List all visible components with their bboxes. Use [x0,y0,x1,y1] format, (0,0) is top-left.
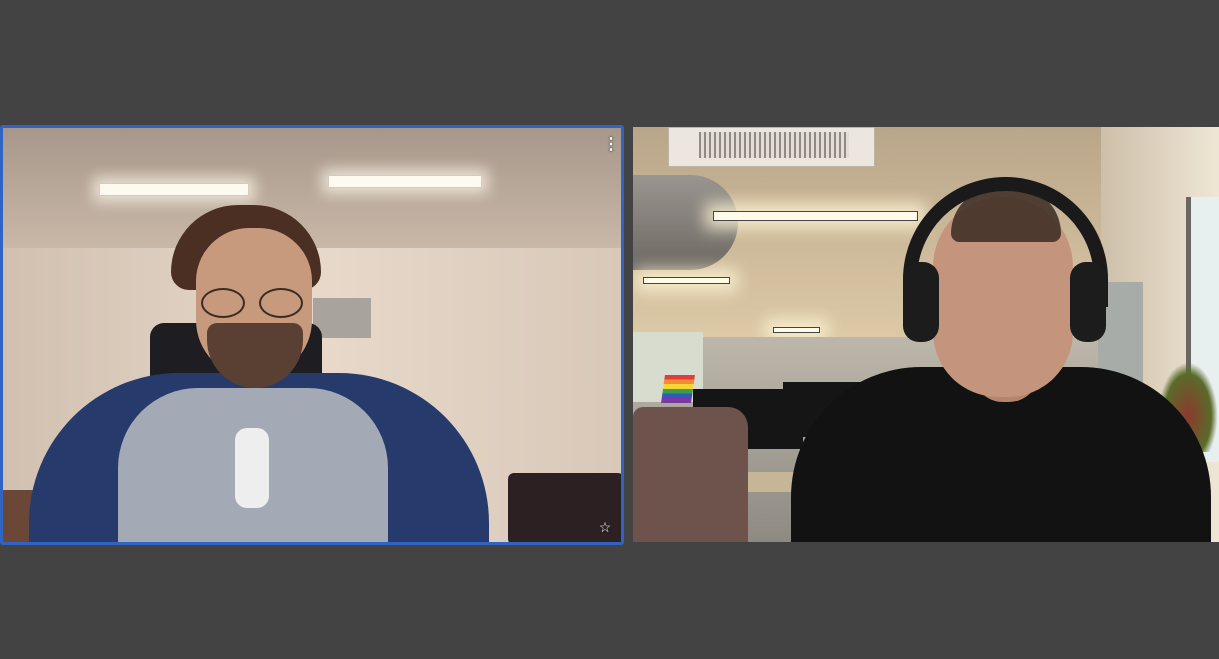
ceiling-light [643,277,730,284]
headphone-earcup [903,262,939,342]
ceiling-light [773,327,820,333]
ceiling-light [713,211,918,221]
ceiling-light [99,183,249,196]
ceiling-light [328,175,482,188]
more-options-icon[interactable]: ⋮ [603,137,619,155]
star-icon[interactable]: ☆ [597,520,613,536]
glasses [201,288,307,318]
office-chair [633,407,748,542]
rainbow-flag [661,375,695,403]
air-conditioner [668,127,875,167]
shirt-collar [235,428,269,508]
ventilation-duct [633,175,738,270]
wall-panel [313,298,371,338]
participant-video-tile[interactable] [633,127,1219,542]
ceiling [3,128,621,248]
participant-video-tile-active[interactable]: ⋮ ☆ [0,125,624,545]
headphone-earcup [1070,262,1106,342]
